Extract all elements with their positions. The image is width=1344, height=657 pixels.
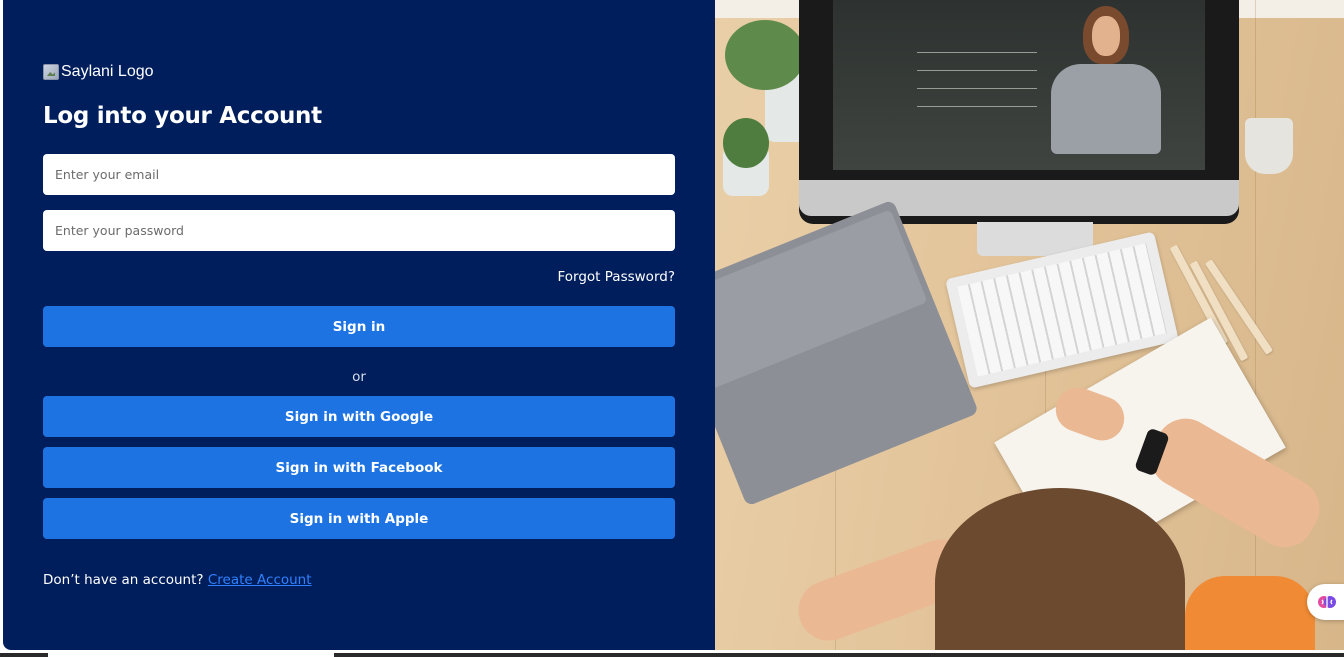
plant	[723, 118, 769, 168]
broken-image-icon	[43, 64, 59, 80]
or-divider: or	[352, 369, 366, 385]
apple-sign-in-button[interactable]: Sign in with Apple	[43, 498, 675, 539]
page-title: Log into your Account	[43, 103, 322, 129]
orange-shirt	[1185, 576, 1315, 650]
pen-cup	[1245, 118, 1293, 174]
signup-text: Don’t have an account?	[43, 572, 204, 588]
logo: Saylani Logo	[43, 60, 154, 84]
folder-flap	[715, 209, 928, 392]
email-input[interactable]	[43, 154, 675, 195]
person-face	[1092, 16, 1120, 56]
sign-in-button[interactable]: Sign in	[43, 306, 675, 347]
forgot-password-link[interactable]: Forgot Password?	[558, 269, 676, 285]
logo-alt-text: Saylani Logo	[61, 63, 154, 80]
signup-prompt: Don’t have an account? Create Account	[43, 572, 312, 588]
password-input[interactable]	[43, 210, 675, 251]
brain-icon	[1318, 596, 1336, 608]
scrollbar-segment	[0, 653, 48, 657]
monitor	[799, 0, 1239, 224]
scrollbar-segment	[334, 653, 1344, 657]
person-body	[1051, 64, 1161, 154]
chalk-line	[917, 52, 1037, 53]
login-panel: Saylani Logo Log into your Account Forgo…	[3, 0, 715, 650]
bottom-scrollbar[interactable]	[0, 650, 1344, 657]
hero-photo	[715, 0, 1344, 650]
facebook-sign-in-button[interactable]: Sign in with Facebook	[43, 447, 675, 488]
assistant-widget[interactable]	[1307, 584, 1344, 620]
keyboard-keys	[957, 243, 1167, 377]
chalk-line	[917, 88, 1037, 89]
plant	[725, 20, 805, 90]
create-account-link[interactable]: Create Account	[208, 572, 312, 588]
felt-folder	[715, 199, 979, 507]
chalk-line	[917, 106, 1037, 107]
google-sign-in-button[interactable]: Sign in with Google	[43, 396, 675, 437]
chalk-line	[917, 70, 1037, 71]
